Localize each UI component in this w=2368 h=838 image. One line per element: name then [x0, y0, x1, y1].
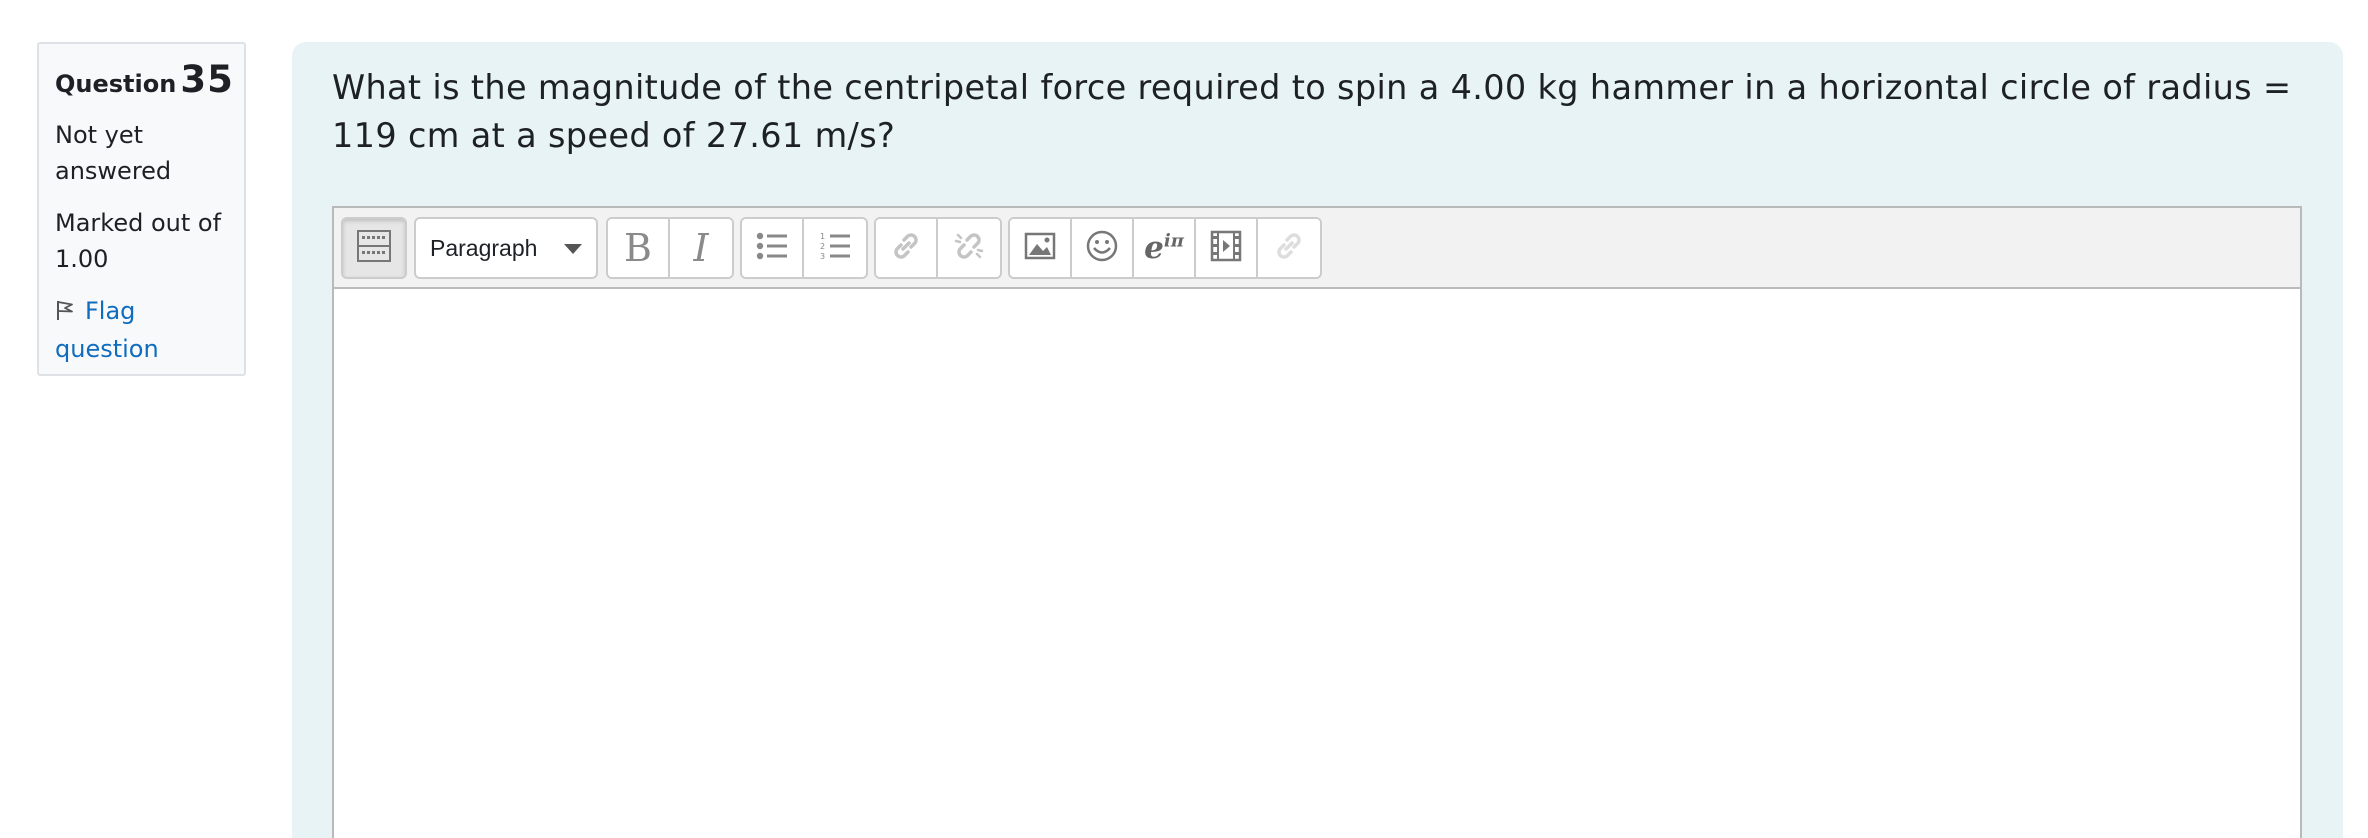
- italic-icon: I: [693, 226, 709, 270]
- answer-text-area[interactable]: [334, 289, 2300, 838]
- bold-icon: B: [624, 226, 652, 270]
- page: Question 35 Not yet answered Marked out o…: [0, 0, 2368, 838]
- link-button[interactable]: [876, 219, 938, 277]
- toolbar-group-style: B I: [606, 217, 734, 279]
- toolbar-group-lists: 123: [740, 217, 868, 279]
- editor-toolbar: Paragraph B I 1 2 3 eiπ: [334, 208, 2300, 289]
- equation-base: e: [1144, 230, 1164, 266]
- chevron-down-icon: [564, 244, 582, 254]
- svg-text:1: 1: [820, 232, 825, 241]
- ordered-list-icon: 123: [818, 229, 852, 267]
- toolbar-toggle-button[interactable]: [343, 219, 405, 277]
- question-info-panel: Question 35 Not yet answered Marked out o…: [37, 42, 246, 376]
- block-format-select[interactable]: Paragraph: [416, 219, 596, 277]
- link-icon: [889, 229, 923, 267]
- equation-button[interactable]: eiπ: [1134, 219, 1196, 277]
- unlink-button[interactable]: [938, 219, 1000, 277]
- unordered-list-button[interactable]: [742, 219, 804, 277]
- unordered-list-icon: [755, 229, 789, 267]
- bold-button[interactable]: B: [608, 219, 670, 277]
- question-grade: Marked out of 1.00: [55, 209, 222, 273]
- italic-button[interactable]: I: [670, 219, 732, 277]
- unlink-icon: [952, 229, 986, 267]
- toolbar-group-insert: eiπ: [1008, 217, 1322, 279]
- media-button[interactable]: [1196, 219, 1258, 277]
- answer-editor: Paragraph B I 1 2 3 eiπ: [332, 206, 2302, 838]
- image-button[interactable]: [1010, 219, 1072, 277]
- emoji-button[interactable]: [1072, 219, 1134, 277]
- question-content: What is the magnitude of the centripetal…: [292, 42, 2343, 838]
- question-text: What is the magnitude of the centripetal…: [332, 68, 2292, 155]
- flag-question-link[interactable]: Flag question: [55, 293, 215, 367]
- equation-icon: eiπ: [1144, 230, 1184, 266]
- toolbar-group-format: Paragraph: [414, 217, 598, 279]
- toolbar-group-links: [874, 217, 1002, 279]
- manage-files-icon: [1272, 229, 1306, 267]
- svg-text:3: 3: [820, 252, 825, 261]
- question-number: 35: [180, 58, 234, 101]
- question-state: Not yet answered: [55, 121, 172, 185]
- block-format-value: Paragraph: [430, 234, 538, 261]
- equation-superscript: iπ: [1163, 230, 1184, 252]
- ordered-list-button[interactable]: 123: [804, 219, 866, 277]
- flag-icon: [55, 295, 75, 331]
- toolbar-group-toggle: [341, 217, 407, 279]
- manage-files-button[interactable]: [1258, 219, 1320, 277]
- question-number-heading: Question 35: [55, 56, 233, 111]
- image-icon: [1023, 229, 1057, 267]
- emoji-icon: [1085, 229, 1119, 267]
- question-label: Question: [55, 70, 177, 98]
- svg-text:2: 2: [820, 242, 825, 251]
- toolbar-toggle-icon: [357, 229, 391, 267]
- media-icon: [1209, 229, 1243, 267]
